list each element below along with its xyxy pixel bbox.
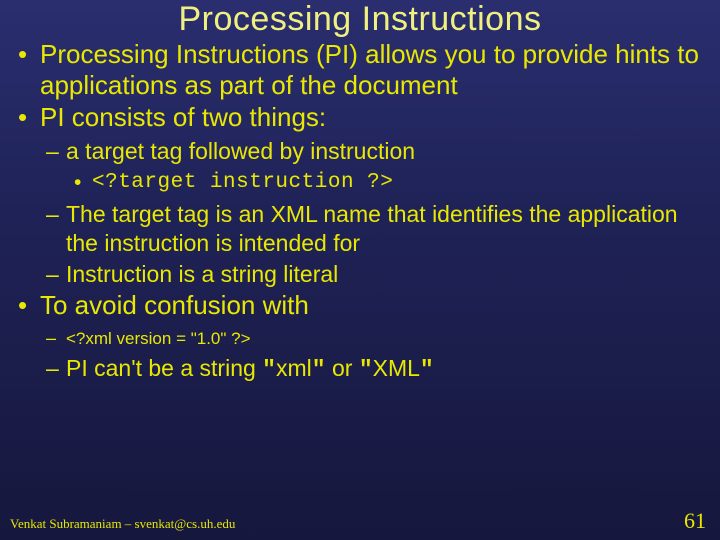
bullet-item: To avoid confusion with <?xml version = … xyxy=(40,290,702,385)
bullet-list-level3: <?target instruction ?> xyxy=(66,170,702,196)
quote-char: " xyxy=(312,357,326,383)
dash-text: xml xyxy=(276,355,312,381)
quote-char: " xyxy=(262,357,276,383)
dash-item: <?xml version = "1.0" ?> xyxy=(66,327,702,350)
quote-char: " xyxy=(420,357,434,383)
dash-text: <?xml version = "1.0" ?> xyxy=(66,329,251,348)
dash-list-level2: a target tag followed by instruction <?t… xyxy=(40,137,702,288)
bullet-text: PI consists of two things: xyxy=(40,102,326,132)
dash-text: a target tag followed by instruction xyxy=(66,138,415,164)
bullet-item: PI consists of two things: a target tag … xyxy=(40,102,702,288)
dash-item: a target tag followed by instruction <?t… xyxy=(66,137,702,196)
dash-text: PI can't be a string xyxy=(66,355,262,381)
slide-title: Processing Instructions xyxy=(18,0,702,39)
code-item: <?target instruction ?> xyxy=(92,170,702,196)
dash-text: Instruction is a string literal xyxy=(66,261,338,287)
dash-text: XML xyxy=(373,355,420,381)
bullet-list-level1: Processing Instructions (PI) allows you … xyxy=(18,39,702,385)
bullet-text: To avoid confusion with xyxy=(40,290,309,320)
dash-text: or xyxy=(326,355,359,381)
bullet-text: Processing Instructions (PI) allows you … xyxy=(40,39,699,100)
dash-item: PI can't be a string "xml" or "XML" xyxy=(66,354,702,385)
dash-text: The target tag is an XML name that ident… xyxy=(66,201,678,256)
slide: Processing Instructions Processing Instr… xyxy=(0,0,720,540)
dash-list-level2: PI can't be a string "xml" or "XML" xyxy=(40,354,702,385)
quote-char: " xyxy=(359,357,373,383)
bullet-item: Processing Instructions (PI) allows you … xyxy=(40,39,702,100)
dash-list-level2: <?xml version = "1.0" ?> xyxy=(40,327,702,350)
dash-item: The target tag is an XML name that ident… xyxy=(66,200,702,258)
dash-item: Instruction is a string literal xyxy=(66,260,702,289)
footer-author: Venkat Subramaniam – svenkat@cs.uh.edu xyxy=(10,516,235,532)
page-number: 61 xyxy=(684,508,706,534)
